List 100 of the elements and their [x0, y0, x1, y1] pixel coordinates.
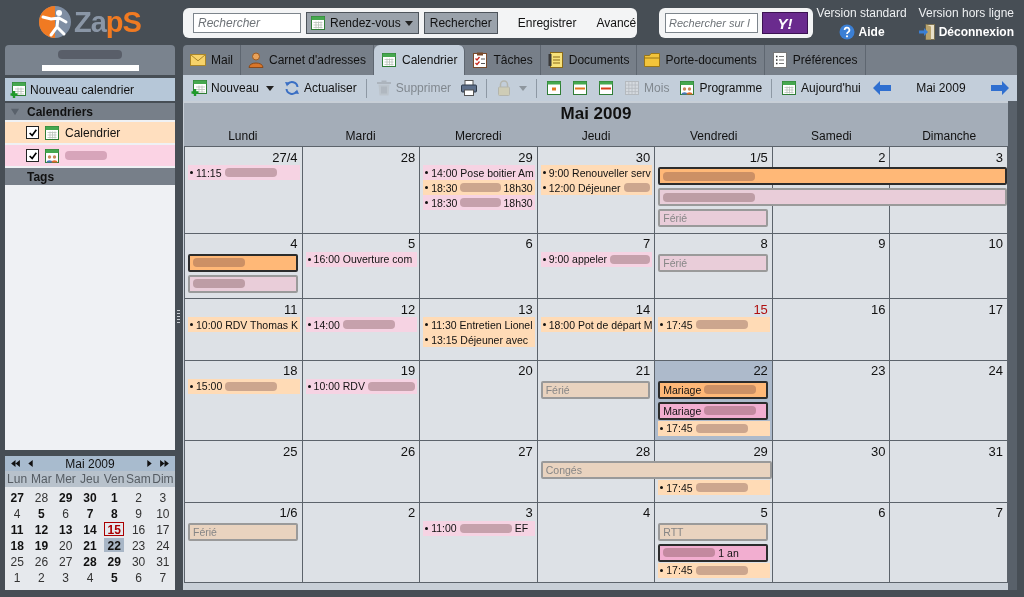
scrollbar[interactable]: [1008, 101, 1017, 590]
mini-calendar-day[interactable]: 28: [31, 490, 52, 504]
day-number[interactable]: 25: [283, 441, 302, 459]
refresh-button[interactable]: Actualiser: [280, 77, 361, 99]
day-number[interactable]: 27/4: [272, 147, 302, 165]
day-number[interactable]: 9: [878, 233, 890, 252]
day-number[interactable]: 19: [400, 360, 420, 379]
calendar-list-item[interactable]: Calendrier: [5, 122, 175, 143]
day-number[interactable]: 1/6: [279, 502, 302, 521]
day-number[interactable]: 24: [988, 360, 1007, 379]
day-number[interactable]: 28: [635, 441, 655, 459]
day-number[interactable]: 26: [400, 441, 420, 459]
mini-calendar-day[interactable]: 4: [79, 570, 101, 584]
mini-calendar-day[interactable]: 3: [152, 490, 173, 504]
mini-calendar-day[interactable]: 22: [104, 538, 125, 552]
mini-calendar-day[interactable]: 29: [104, 554, 125, 568]
calendar-event[interactable]: 18:00 Pot de départ M: [540, 317, 653, 332]
search-option-link[interactable]: Avancé: [596, 16, 637, 30]
calendar-event[interactable]: 18:30 18h30: [423, 180, 535, 195]
calendar-event[interactable]: 17:45: [658, 562, 770, 578]
day-number[interactable]: 17: [988, 299, 1007, 317]
mini-calendar-day[interactable]: 28: [79, 554, 101, 568]
day-number[interactable]: 8: [760, 233, 772, 252]
calendar-event[interactable]: 11:00 EF: [423, 520, 535, 536]
selected-day-highlight[interactable]: 22 Mariage Mariage 17:45: [655, 360, 773, 441]
mini-calendar-day[interactable]: 2: [128, 490, 149, 504]
mini-calendar-day[interactable]: 19: [31, 538, 52, 552]
new-button[interactable]: Nouveau: [187, 77, 279, 99]
checkbox[interactable]: [26, 149, 39, 162]
mini-calendar-day[interactable]: 2: [31, 570, 52, 584]
mini-calendar-day[interactable]: 17: [152, 522, 173, 536]
day-number[interactable]: 2: [407, 502, 420, 521]
calendar-list-item[interactable]: [5, 145, 175, 166]
day-number[interactable]: 6: [525, 233, 537, 252]
day-number[interactable]: 13: [518, 299, 537, 317]
version-link[interactable]: Version standard: [816, 6, 907, 20]
section-header[interactable]: Tags: [5, 168, 175, 185]
calendar-event[interactable]: 10:00 RDV Thomas K: [188, 317, 300, 332]
mini-calendar-day[interactable]: 26: [31, 554, 52, 568]
mini-calendar-day[interactable]: 9: [128, 506, 149, 520]
search-scope-dropdown[interactable]: Rendez-vous: [306, 12, 419, 34]
all-day-event[interactable]: Mariage: [658, 401, 768, 420]
checkbox[interactable]: [26, 126, 39, 139]
search-option-link[interactable]: Enregistrer: [517, 16, 577, 30]
day-number[interactable]: 22: [753, 360, 772, 379]
day-number[interactable]: 5: [407, 233, 420, 252]
calendar-event[interactable]: 18:30 18h30: [423, 195, 535, 210]
double-arrow-left-icon[interactable]: [11, 460, 20, 467]
day-number[interactable]: 29: [753, 441, 772, 459]
search-button[interactable]: Rechercher: [423, 12, 498, 34]
day-number[interactable]: 10: [988, 233, 1007, 252]
mini-calendar-day[interactable]: 29: [55, 490, 76, 504]
calendar-event[interactable]: 15:00: [188, 378, 300, 394]
day-number[interactable]: 5: [760, 502, 772, 521]
logout-link[interactable]: Déconnexion: [918, 24, 1014, 40]
day-number[interactable]: 30: [635, 147, 655, 165]
calendar-event[interactable]: 14:00: [305, 317, 418, 332]
mini-calendar-day[interactable]: 23: [128, 538, 149, 552]
day-number[interactable]: 27: [518, 441, 537, 459]
version-link[interactable]: Version hors ligne: [918, 6, 1014, 20]
day-number[interactable]: 3: [995, 147, 1007, 165]
calendar-event[interactable]: 11:30 Entretien Lionel: [423, 317, 535, 332]
search-field[interactable]: Rechercher: [193, 13, 301, 33]
day-number[interactable]: 11: [284, 299, 302, 317]
mini-calendar-day[interactable]: 6: [55, 506, 76, 520]
calendar-event[interactable]: 17:45: [658, 420, 770, 436]
mini-calendar-day[interactable]: 21: [79, 538, 101, 552]
web-search-button[interactable]: Y!: [762, 12, 808, 34]
mini-calendar-day[interactable]: 31: [152, 554, 173, 568]
all-day-event[interactable]: Mariage: [658, 380, 768, 399]
all-day-event[interactable]: [188, 253, 298, 272]
mini-calendar-day[interactable]: 3: [55, 570, 76, 584]
mini-calendar-day[interactable]: 7: [152, 570, 173, 584]
mini-calendar-day[interactable]: 6: [128, 570, 149, 584]
day-number[interactable]: 31: [988, 441, 1007, 459]
day-number[interactable]: 28: [400, 147, 420, 165]
web-search-field[interactable]: Rechercher sur l: [665, 13, 758, 33]
calendar-event[interactable]: 9:00 Renouveller serv: [540, 165, 653, 180]
calendar-event[interactable]: 17:45: [658, 480, 770, 495]
mini-calendar-day[interactable]: 18: [7, 538, 28, 552]
mini-calendar-day[interactable]: 5: [31, 506, 52, 520]
all-day-event[interactable]: 1 an: [658, 543, 768, 562]
mini-calendar-day[interactable]: 30: [128, 554, 149, 568]
mini-calendar-day[interactable]: 11: [7, 522, 28, 536]
day-number[interactable]: 7: [643, 233, 655, 252]
day-number[interactable]: 18: [283, 360, 302, 379]
section-header[interactable]: Calendriers: [5, 103, 175, 120]
calendar-event[interactable]: 10:00 RDV: [305, 378, 418, 394]
calendar-event[interactable]: 16:00 Ouverture com: [305, 251, 418, 267]
day-number[interactable]: 1/5: [749, 147, 772, 165]
mini-calendar-day[interactable]: 24: [152, 538, 173, 552]
mini-calendar-day[interactable]: 20: [55, 538, 76, 552]
calendar-event[interactable]: 11:15: [188, 165, 300, 180]
mini-calendar-day[interactable]: 14: [79, 522, 101, 536]
mini-calendar-day[interactable]: 12: [31, 522, 52, 536]
mini-calendar-day[interactable]: 4: [7, 506, 28, 520]
day-number[interactable]: 6: [878, 502, 890, 521]
arrow-left-icon[interactable]: [28, 460, 33, 467]
mini-calendar-day[interactable]: 13: [55, 522, 76, 536]
mini-calendar-day[interactable]: 10: [152, 506, 173, 520]
